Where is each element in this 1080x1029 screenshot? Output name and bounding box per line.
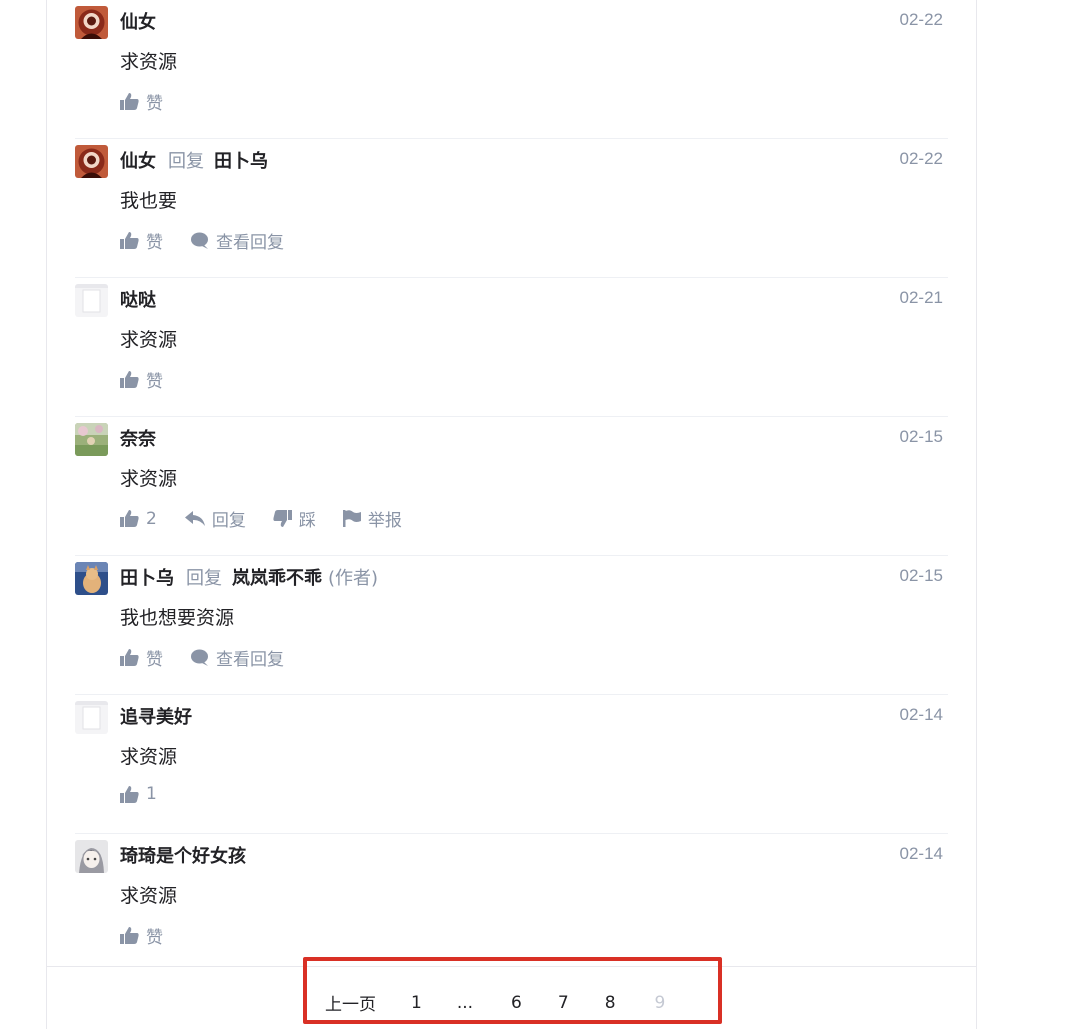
page-link-7[interactable]: 7: [558, 993, 569, 1013]
flag-icon: [342, 510, 361, 527]
current-page: 9: [654, 992, 666, 1013]
like-label: 赞: [146, 94, 163, 114]
thumbs-down-icon: [273, 510, 292, 527]
dislike-label: 踩: [298, 511, 316, 531]
like-label: 赞: [146, 233, 163, 253]
like-button[interactable]: 1: [120, 784, 157, 804]
comment-date: 02-15: [899, 566, 943, 585]
avatar[interactable]: [75, 840, 108, 873]
reply-label: 回复: [211, 511, 246, 531]
dislike-button[interactable]: 踩: [273, 506, 316, 531]
reply-button[interactable]: 回复: [184, 506, 246, 531]
reply-word: 回复: [168, 151, 204, 172]
like-button[interactable]: 赞: [120, 89, 163, 114]
comments-panel: 仙女 02-22 求资源 赞 仙女 回复 田卜乌 02-22 我也要 赞 查看回…: [46, 0, 977, 1029]
comment-date: 02-22: [899, 149, 943, 168]
avatar[interactable]: [75, 6, 108, 39]
comment-username[interactable]: 田卜乌: [120, 564, 174, 590]
thumbs-up-icon: [120, 93, 139, 110]
view-replies-label: 查看回复: [216, 650, 284, 670]
comment-date: 02-21: [899, 288, 943, 307]
comment-item: 哒哒 02-21 求资源 赞: [75, 278, 948, 417]
reply-word: 回复: [186, 568, 222, 589]
avatar[interactable]: [75, 145, 108, 178]
like-count: 1: [146, 784, 157, 804]
comment-text: 求资源: [120, 885, 178, 907]
pagination: 上一页 1 ... 6 7 8 9: [325, 990, 666, 1016]
like-label: 赞: [146, 650, 163, 670]
avatar[interactable]: [75, 284, 108, 317]
comment-username[interactable]: 仙女: [120, 147, 156, 173]
author-tag: (作者): [328, 568, 379, 589]
comment-item: 追寻美好 02-14 求资源 1: [75, 695, 948, 834]
comment-text: 我也想要资源: [120, 607, 235, 629]
comment-date: 02-15: [899, 427, 943, 446]
comment-date: 02-22: [899, 10, 943, 29]
comment-username[interactable]: 仙女: [120, 8, 156, 34]
comment-text: 求资源: [120, 329, 178, 351]
like-label: 赞: [146, 928, 163, 948]
comment-username[interactable]: 琦琦是个好女孩: [120, 842, 246, 868]
page-ellipsis: ...: [456, 992, 474, 1013]
view-replies-button[interactable]: 查看回复: [190, 645, 284, 670]
reply-arrow-icon: [184, 511, 205, 526]
report-button[interactable]: 举报: [342, 506, 402, 531]
speech-bubble-icon: [191, 232, 208, 249]
thumbs-up-icon: [120, 510, 139, 527]
reply-target-username[interactable]: 岚岚乖不乖: [232, 564, 322, 590]
comment-text: 我也要: [120, 190, 178, 212]
speech-bubble-icon: [191, 649, 208, 666]
like-label: 赞: [146, 372, 163, 392]
comment-item: 琦琦是个好女孩 02-14 求资源 赞: [75, 834, 948, 973]
view-replies-label: 查看回复: [216, 233, 284, 253]
comment-text: 求资源: [120, 746, 178, 768]
thumbs-up-icon: [120, 232, 139, 249]
comment-date: 02-14: [899, 705, 943, 724]
reply-target-username[interactable]: 田卜乌: [214, 147, 268, 173]
view-replies-button[interactable]: 查看回复: [190, 228, 284, 253]
comment-item: 仙女 回复 田卜乌 02-22 我也要 赞 查看回复: [75, 139, 948, 278]
page: 仙女 02-22 求资源 赞 仙女 回复 田卜乌 02-22 我也要 赞 查看回…: [0, 0, 1080, 1029]
comment-date: 02-14: [899, 844, 943, 863]
comment-item: 奈奈 02-15 求资源 2 回复 踩 举报: [75, 417, 948, 556]
like-button[interactable]: 2: [120, 509, 157, 529]
thumbs-up-icon: [120, 649, 139, 666]
prev-page-link[interactable]: 上一页: [325, 990, 376, 1015]
avatar[interactable]: [75, 423, 108, 456]
like-button[interactable]: 赞: [120, 645, 163, 670]
like-button[interactable]: 赞: [120, 228, 163, 253]
report-label: 举报: [367, 511, 402, 531]
comment-username[interactable]: 哒哒: [120, 286, 156, 312]
thumbs-up-icon: [120, 371, 139, 388]
like-count: 2: [146, 508, 157, 529]
comment-username[interactable]: 追寻美好: [120, 703, 192, 729]
comment-username[interactable]: 奈奈: [120, 425, 156, 451]
page-link-8[interactable]: 8: [605, 993, 616, 1013]
comment-item: 田卜乌 回复 岚岚乖不乖 (作者) 02-15 我也想要资源 赞 查看回复: [75, 556, 948, 695]
like-button[interactable]: 赞: [120, 923, 163, 948]
comment-text: 求资源: [120, 51, 178, 73]
avatar[interactable]: [75, 562, 108, 595]
page-link-6[interactable]: 6: [511, 993, 522, 1013]
thumbs-up-icon: [120, 785, 139, 803]
avatar[interactable]: [75, 701, 108, 734]
like-button[interactable]: 赞: [120, 367, 163, 392]
comment-item: 仙女 02-22 求资源 赞: [75, 0, 948, 139]
page-link-1[interactable]: 1: [411, 993, 422, 1013]
comment-text: 求资源: [120, 468, 178, 490]
thumbs-up-icon: [120, 927, 139, 944]
